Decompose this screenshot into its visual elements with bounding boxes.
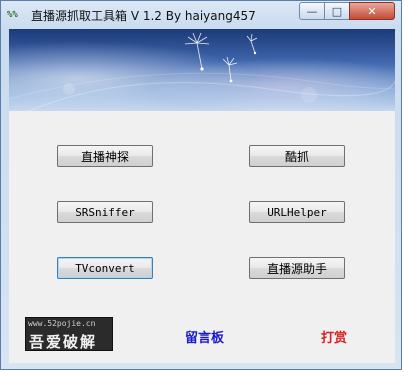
tvconvert-button[interactable]: TVconvert [57,257,153,279]
logo-title-text: 吾爱破解 [29,333,98,351]
logo-url-text: www.52pojie.cn [28,319,96,328]
live-source-helper-button[interactable]: 直播源助手 [249,257,345,279]
minimize-button[interactable]: — [299,2,325,20]
window-title: 直播源抓取工具箱 V 1.2 By haiyang457 [31,9,256,23]
close-icon: ✕ [367,4,377,18]
header-banner [9,29,395,111]
guestbook-link[interactable]: 留言板 [185,327,224,346]
cool-grab-button[interactable]: 酷抓 [249,145,345,167]
client-area: 直播神探 酷抓 SRSniffer URLHelper TVconvert 直播… [9,111,395,363]
minimize-icon: — [306,4,318,18]
reward-link[interactable]: 打赏 [321,327,347,346]
maximize-icon: □ [331,4,343,18]
maximize-button[interactable]: □ [324,2,350,20]
close-button[interactable]: ✕ [349,2,395,20]
title-bar[interactable]: %% 直播源抓取工具箱 V 1.2 By haiyang457 — □ ✕ [1,1,401,29]
srsniffer-button[interactable]: SRSniffer [57,201,153,223]
live-probe-button[interactable]: 直播神探 [57,145,153,167]
dandelion-banner-art [9,29,395,111]
52pojie-logo[interactable]: www.52pojie.cn 吾爱破解 [25,317,113,351]
urlhelper-button[interactable]: URLHelper [249,201,345,223]
app-window: %% 直播源抓取工具箱 V 1.2 By haiyang457 — □ ✕ 直播… [0,0,402,370]
app-icon: %% [7,10,18,20]
